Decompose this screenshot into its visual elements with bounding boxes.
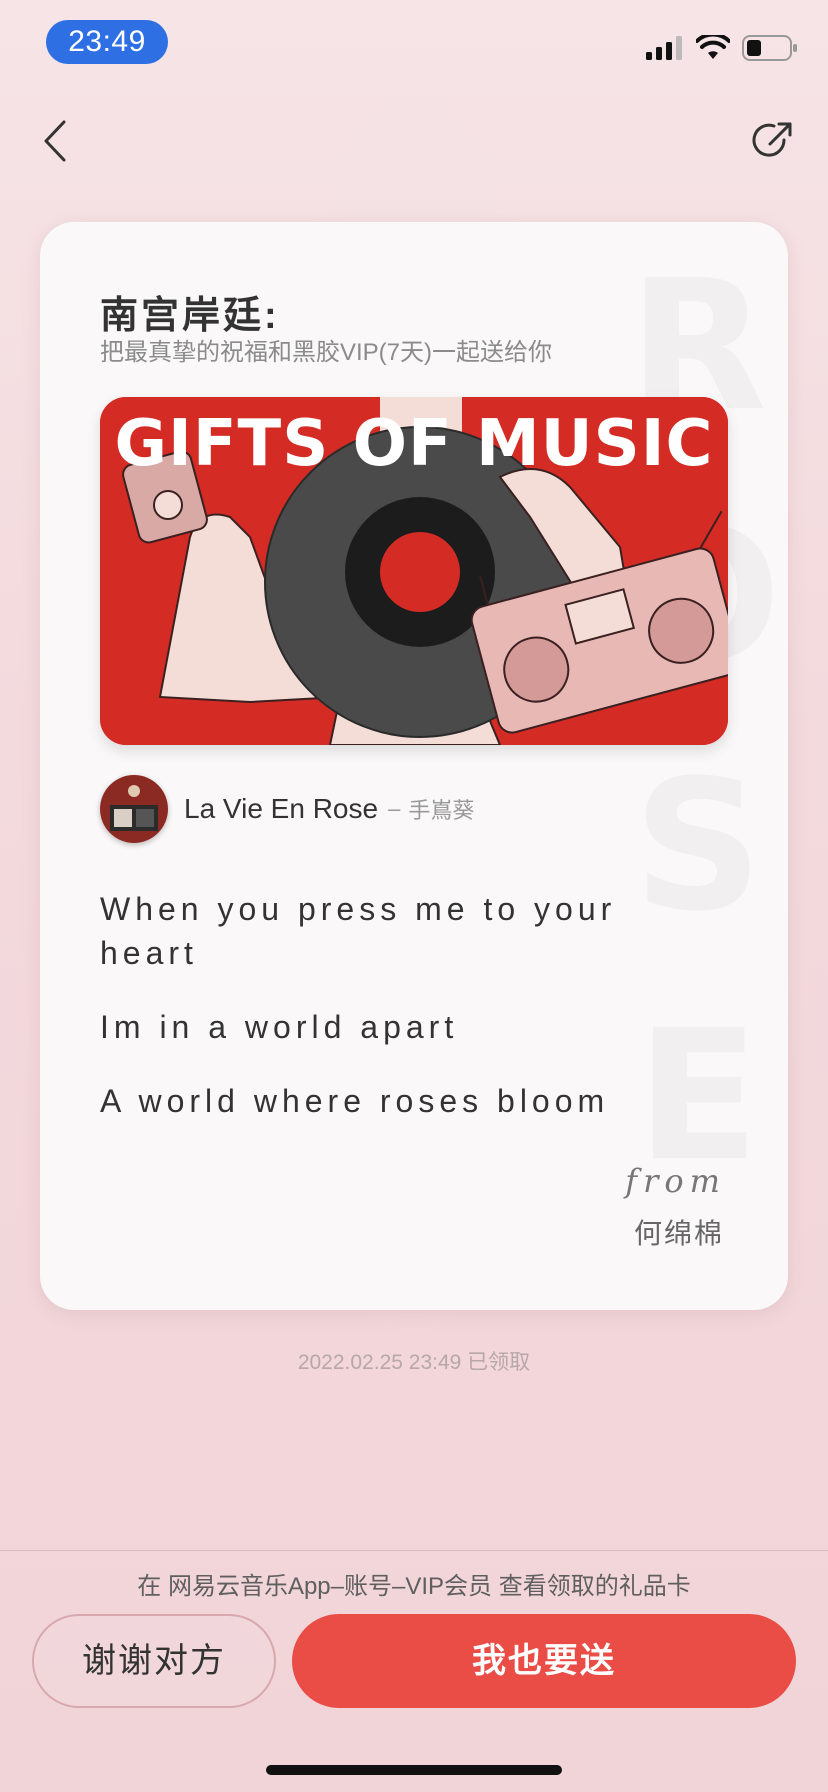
- wifi-icon: [695, 32, 731, 66]
- share-button[interactable]: [746, 118, 798, 170]
- footer-tip: 在 网易云音乐App–账号–VIP会员 查看领取的礼品卡: [137, 1573, 691, 1600]
- song-artist: 手嶌葵: [408, 798, 475, 823]
- banner-title: GIFTS OF MUSIC: [114, 407, 714, 481]
- lyric-line: When you press me to your heart: [100, 891, 617, 971]
- lyric-line: Im in a world apart: [100, 1009, 459, 1045]
- share-arrow-icon: [750, 120, 794, 169]
- gift-subtitle: 把最真挚的祝福和黑胶VIP(7天)一起送给你: [100, 339, 553, 366]
- from-label: from: [625, 1162, 726, 1200]
- lyric-line: A world where roses bloom: [100, 1083, 610, 1119]
- claimed-timestamp: 2022.02.25 23:49 已领取: [297, 1351, 531, 1374]
- cellular-signal-icon: [646, 35, 684, 65]
- song-separator: –: [388, 796, 401, 821]
- send-gift-button[interactable]: 我也要送: [292, 1614, 796, 1708]
- back-button[interactable]: [30, 118, 80, 168]
- status-time: 23:49: [46, 20, 168, 64]
- footer-divider: [0, 1550, 828, 1551]
- gift-banner-image: GIFTS OF MUSIC: [100, 397, 728, 745]
- album-cover[interactable]: [100, 775, 168, 843]
- thanks-button[interactable]: 谢谢对方: [32, 1614, 276, 1708]
- status-icons: [646, 30, 798, 70]
- song-info[interactable]: La Vie En Rose – 手嶌葵: [100, 774, 474, 844]
- chevron-left-icon: [40, 118, 70, 169]
- lyrics: When you press me to your heart Im in a …: [100, 887, 660, 1153]
- recipient-name: 南宫岸廷:: [100, 295, 280, 337]
- battery-icon: [742, 34, 798, 66]
- gift-card: R O S E 南宫岸廷: 把最真挚的祝福和黑胶VIP(7天)一起送给你: [40, 222, 788, 1310]
- sender-name: 何绵棉: [633, 1218, 724, 1249]
- song-title: La Vie En Rose: [184, 793, 379, 824]
- home-indicator[interactable]: [266, 1765, 562, 1775]
- status-bar: 23:49: [0, 0, 828, 90]
